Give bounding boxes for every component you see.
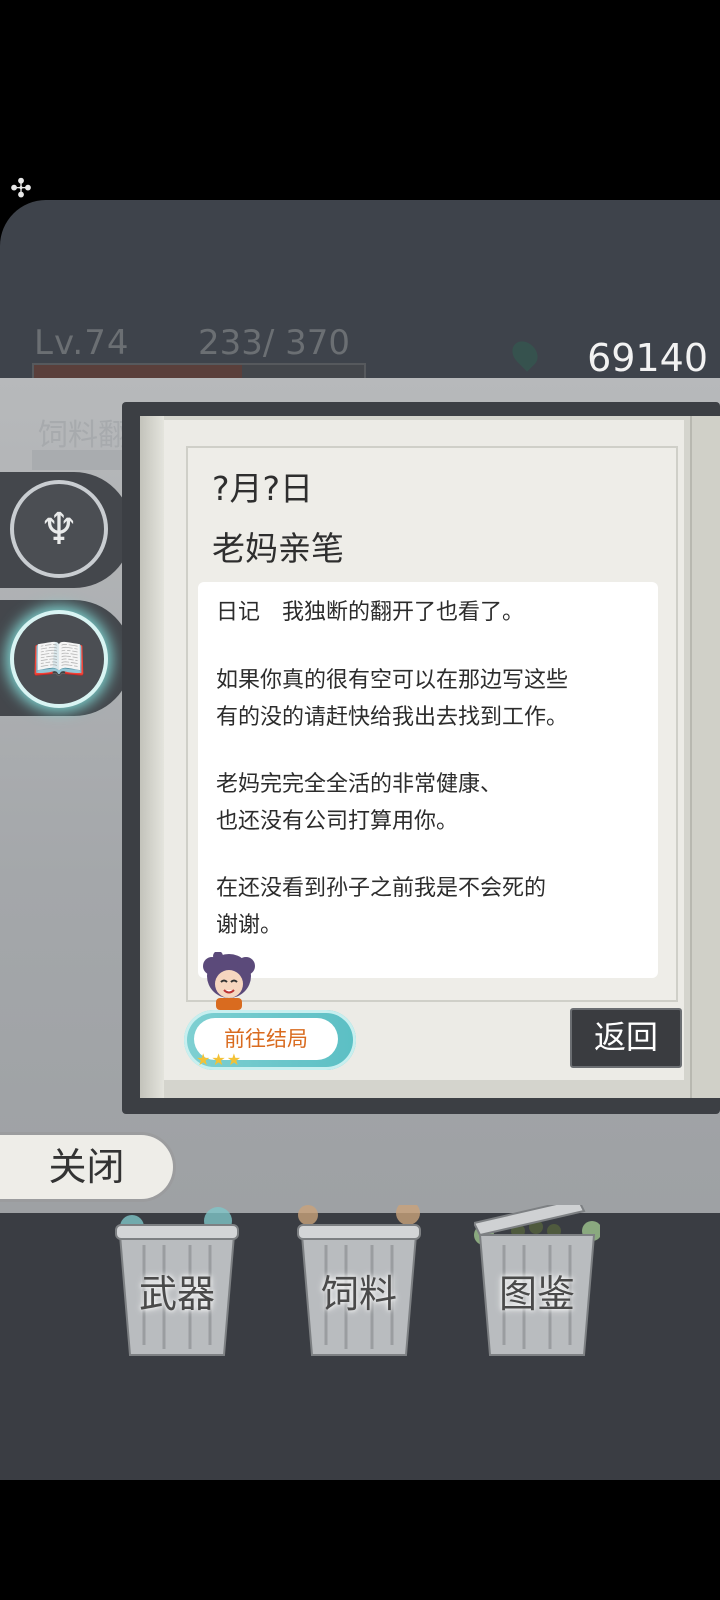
character-button[interactable]: ♆ bbox=[10, 480, 108, 578]
diary-author: 老妈亲笔 bbox=[212, 529, 344, 568]
feed-label-faded: 饲料翻 bbox=[38, 418, 128, 453]
player-level: Lv.74 bbox=[34, 323, 130, 363]
diary-letter: 日记 我独断的翻开了也看了。 如果你真的很有空可以在那边写这些 有的没的请赶快给… bbox=[198, 582, 658, 978]
feed-bar-faded bbox=[32, 450, 122, 470]
bin-encyclopedia-label: 图鉴 bbox=[498, 1272, 575, 1316]
coin-counter: 69140 bbox=[587, 336, 708, 380]
star-rating-icon: ★★★ bbox=[196, 1050, 243, 1069]
bin-weapons-label: 武器 bbox=[138, 1272, 215, 1316]
letter-paragraph-3: 老妈完完全全活的非常健康、 也还没有公司打算用你。 bbox=[216, 772, 503, 834]
page-edge bbox=[140, 416, 164, 1098]
letter-paragraph-1: 日记 我独断的翻开了也看了。 bbox=[216, 600, 525, 625]
diary-date: ?月?日 bbox=[212, 469, 314, 508]
diary-button[interactable]: 📖 bbox=[10, 610, 108, 708]
letter-paragraph-2: 如果你真的很有空可以在那边写这些 有的没的请赶快给我出去找到工作。 bbox=[216, 668, 569, 730]
back-button[interactable]: 返回 bbox=[570, 1008, 682, 1068]
character-icon: ♆ bbox=[39, 503, 79, 555]
puzzle-icon[interactable]: ✣ bbox=[4, 172, 38, 206]
letter-paragraph-4: 在还没看到孙子之前我是不会死的 谢谢。 bbox=[216, 876, 547, 938]
page-right-edge bbox=[690, 416, 720, 1098]
book-icon: 📖 bbox=[31, 634, 87, 685]
xp-counter: 233/ 370 bbox=[198, 323, 351, 363]
mom-avatar-icon bbox=[203, 952, 255, 1010]
close-button[interactable]: 关闭 bbox=[0, 1132, 176, 1202]
bin-encyclopedia[interactable]: 图鉴 bbox=[474, 1205, 600, 1363]
bin-feed[interactable]: 饲料 bbox=[296, 1205, 422, 1363]
bin-feed-label: 饲料 bbox=[320, 1272, 397, 1316]
bin-weapons[interactable]: 武器 bbox=[114, 1205, 240, 1363]
